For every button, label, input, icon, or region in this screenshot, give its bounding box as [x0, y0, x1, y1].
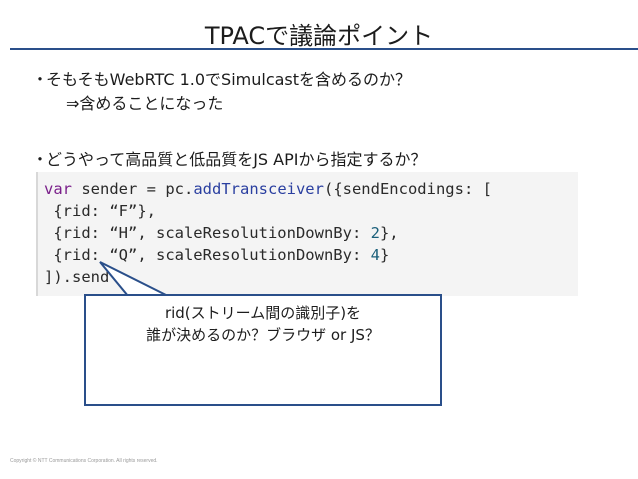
code-number: 4 — [370, 246, 380, 264]
code-line-rid-f: {rid: “F”}, — [44, 202, 156, 220]
callout-text: rid(ストリーム間の識別子)を 誰が決めるのか？ブラウザ or JS？ — [86, 302, 440, 346]
code-text: ({sendEncodings: [ — [323, 180, 492, 198]
code-block: var sender = pc.addTransceiver({sendEnco… — [44, 178, 492, 288]
bullet-quality-api: ・どうやって高品質と低品質をJS APIから指定するか？ — [32, 146, 426, 170]
callout-box: rid(ストリーム間の識別子)を 誰が決めるのか？ブラウザ or JS？ — [84, 294, 442, 406]
bullet-simulcast: ・そもそもWebRTC 1.0でSimulcastを含めるのか？ — [32, 66, 411, 90]
slide: TPACで議論ポイント ・そもそもWebRTC 1.0でSimulcastを含め… — [0, 0, 638, 479]
title-underline — [10, 48, 638, 50]
bullet-marker: ・ — [32, 150, 49, 169]
code-function: addTransceiver — [193, 180, 324, 198]
callout-line-1: rid(ストリーム間の識別子)を — [164, 304, 362, 322]
copyright-footer: Copyright © NTT Communications Corporati… — [10, 458, 158, 464]
title-bar: TPACで議論ポイント — [0, 0, 638, 50]
callout-line-2: 誰が決めるのか？ブラウザ or JS？ — [146, 326, 380, 344]
slide-title: TPACで議論ポイント — [204, 22, 434, 50]
bullet-sub-answer: ⇒含めることになった — [66, 94, 224, 113]
code-text: }, — [379, 224, 399, 242]
code-number: 2 — [370, 224, 380, 242]
code-keyword: var — [44, 180, 72, 198]
code-text: } — [379, 246, 390, 264]
code-text: {rid: “H”, scaleResolutionDownBy: — [44, 224, 371, 242]
code-text: {rid: “Q”, scaleResolutionDownBy: — [44, 246, 371, 264]
code-text: sender = pc. — [72, 180, 194, 198]
bullet-marker: ・ — [32, 70, 49, 89]
bullet-text: そもそもWebRTC 1.0でSimulcastを含めるのか？ — [46, 70, 412, 89]
code-snippet: var sender = pc.addTransceiver({sendEnco… — [36, 172, 578, 296]
bullet-text: どうやって高品質と低品質をJS APIから指定するか？ — [46, 150, 427, 169]
code-line-send: ]).send — [44, 268, 110, 286]
